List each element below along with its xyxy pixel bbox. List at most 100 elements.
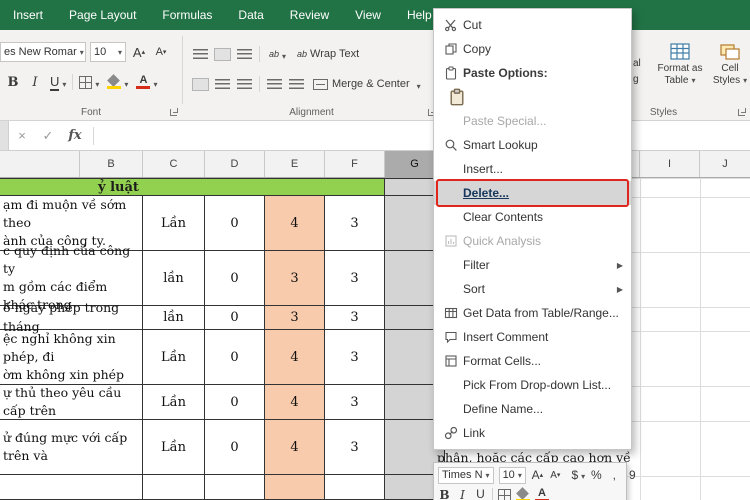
unit-cell[interactable]: Lần (143, 420, 205, 475)
menu-item-format-cells[interactable]: Format Cells... (434, 349, 631, 373)
menu-item-define-name[interactable]: Define Name... (434, 397, 631, 421)
tab-data[interactable]: Data (225, 0, 276, 30)
align-center-icon[interactable] (215, 78, 230, 90)
font-size-select[interactable]: 10 (90, 42, 126, 62)
underline-button[interactable]: U (48, 72, 68, 92)
tab-formulas[interactable]: Formulas (149, 0, 225, 30)
menu-item-filter[interactable]: Filter ▶ (434, 253, 631, 277)
tab-page-layout[interactable]: Page Layout (56, 0, 149, 30)
comma-style-button[interactable]: , (608, 468, 621, 482)
cell-styles-button[interactable]: Cell Styles (710, 42, 750, 87)
formula-input[interactable] (98, 121, 750, 150)
menu-item-clear-contents[interactable]: Clear Contents (434, 205, 631, 229)
italic-button[interactable]: I (456, 488, 469, 500)
menu-item-sort[interactable]: Sort ▶ (434, 277, 631, 301)
column-header-e[interactable]: E (265, 151, 325, 177)
accounting-format-button[interactable]: $ (571, 468, 585, 482)
font-color-icon[interactable]: A (535, 488, 549, 500)
value-cell[interactable] (325, 475, 385, 500)
section-header-cell[interactable]: ỷ luật (0, 178, 385, 196)
font-name-select[interactable]: es New Romar (0, 42, 86, 62)
percent-style-button[interactable]: % (590, 468, 603, 482)
section-header-row[interactable]: ỷ luật (0, 178, 445, 196)
orientation-button[interactable]: ab (267, 44, 288, 64)
font-dialog-launcher-icon[interactable] (170, 107, 179, 116)
mini-font-size-select[interactable]: 10 (498, 466, 526, 484)
menu-item-smart-lookup[interactable]: Smart Lookup (434, 133, 631, 157)
desc-cell[interactable]: ự thủ theo yêu cầu cấp trên (0, 385, 143, 420)
column-header-f[interactable]: F (325, 151, 385, 177)
tab-view[interactable]: View (342, 0, 394, 30)
conditional-formatting-button[interactable]: al g (633, 56, 641, 88)
value-cell[interactable]: 3 (325, 330, 385, 385)
unit-cell[interactable]: Lần (143, 330, 205, 385)
menu-item-insert-comment[interactable]: Insert Comment (434, 325, 631, 349)
shrink-font-button[interactable]: A ▾ (549, 470, 562, 481)
value-cell[interactable]: 0 (205, 385, 265, 420)
column-header-b[interactable]: B (80, 151, 143, 177)
value-cell[interactable]: 3 (265, 306, 325, 330)
value-cell[interactable]: 3 (325, 385, 385, 420)
cancel-icon[interactable]: × (9, 128, 35, 143)
unit-cell[interactable]: Lần (143, 385, 205, 420)
fill-color-icon[interactable] (516, 488, 530, 500)
value-cell[interactable]: 4 (265, 330, 325, 385)
column-header-i[interactable]: I (640, 151, 700, 177)
name-box[interactable] (0, 121, 9, 150)
borders-icon[interactable] (498, 488, 511, 500)
column-header-d[interactable]: D (205, 151, 265, 177)
desc-cell[interactable]: ố ngày phép trong tháng (0, 300, 143, 334)
menu-item-cut[interactable]: Cut (434, 13, 631, 37)
insert-function-icon[interactable]: fx (61, 128, 89, 143)
borders-button[interactable] (77, 72, 101, 92)
menu-item-pick-from-dropdown[interactable]: Pick From Drop-down List... (434, 373, 631, 397)
value-cell[interactable]: 0 (205, 306, 265, 330)
value-cell[interactable]: 0 (205, 330, 265, 385)
grow-font-button[interactable]: A ▴ (130, 42, 148, 62)
merge-center-button[interactable]: Merge & Center (311, 74, 423, 94)
value-cell[interactable]: 0 (205, 251, 265, 306)
unit-cell[interactable]: lần (143, 251, 205, 306)
shrink-font-button[interactable]: A ▾ (152, 42, 170, 62)
menu-item-link[interactable]: Link (434, 421, 631, 445)
column-header-a[interactable] (0, 151, 80, 177)
bottom-align-icon[interactable] (237, 48, 252, 60)
value-cell[interactable]: 3 (325, 306, 385, 330)
tab-review[interactable]: Review (277, 0, 342, 30)
grow-font-button[interactable]: A ▴ (531, 468, 544, 482)
value-cell[interactable]: 3 (265, 251, 325, 306)
menu-item-insert[interactable]: Insert... (434, 157, 631, 181)
unit-cell[interactable]: lần (143, 306, 205, 330)
align-right-icon[interactable] (237, 78, 252, 90)
enter-icon[interactable]: ✓ (35, 128, 61, 144)
unit-cell[interactable] (143, 475, 205, 500)
desc-cell[interactable]: ử đúng mực với cấp trên và (0, 420, 143, 475)
fill-color-button[interactable] (105, 72, 130, 92)
align-left-icon[interactable] (192, 77, 209, 91)
value-cell[interactable] (205, 475, 265, 500)
tab-insert[interactable]: Insert (0, 0, 56, 30)
value-cell[interactable]: 0 (205, 196, 265, 251)
menu-item-delete[interactable]: Delete... (434, 179, 631, 207)
font-color-button[interactable]: A (134, 72, 159, 92)
menu-item-paste-option-button[interactable] (434, 85, 631, 109)
value-cell[interactable]: 0 (205, 420, 265, 475)
desc-cell[interactable] (0, 475, 143, 500)
middle-align-icon[interactable] (214, 47, 231, 61)
menu-item-get-data[interactable]: Get Data from Table/Range... (434, 301, 631, 325)
format-as-table-button[interactable]: Format as Table (654, 42, 706, 87)
value-cell[interactable]: 4 (265, 196, 325, 251)
value-cell[interactable]: 3 (325, 196, 385, 251)
value-cell[interactable]: 4 (265, 420, 325, 475)
value-cell[interactable]: 3 (325, 420, 385, 475)
increase-indent-icon[interactable] (289, 78, 304, 90)
value-cell[interactable] (265, 475, 325, 500)
decimal-button[interactable]: 9 (626, 468, 639, 482)
underline-button[interactable]: U (474, 487, 487, 500)
unit-cell[interactable]: Lần (143, 196, 205, 251)
desc-cell[interactable]: c quy định của công ty m gồm các điểm khá… (0, 243, 143, 312)
italic-button[interactable]: I (26, 72, 44, 92)
column-header-j[interactable]: J (700, 151, 750, 177)
value-cell[interactable]: 3 (325, 251, 385, 306)
desc-cell[interactable]: ệc nghỉ không xin phép, đi ờm không xin p… (0, 330, 143, 385)
